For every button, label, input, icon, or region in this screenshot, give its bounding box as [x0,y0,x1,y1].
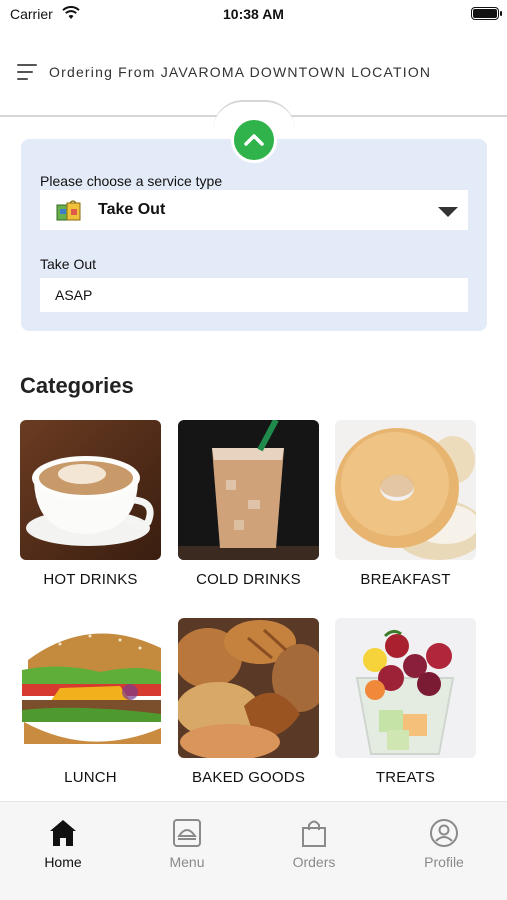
home-icon [50,820,76,846]
tab-orders[interactable]: Orders [251,802,377,882]
ordering-location-title[interactable]: Ordering From JAVAROMA DOWNTOWN LOCATION [49,64,431,80]
service-type-value: Take Out [98,201,166,218]
category-label: COLD DRINKS [196,571,301,588]
chevron-up-icon [244,134,264,146]
tab-profile[interactable]: Profile [381,802,507,882]
service-type-prompt: Please choose a service type [40,173,223,189]
category-label: BREAKFAST [360,571,451,588]
pickup-time-label: Take Out [40,256,97,272]
category-baked-goods[interactable]: BAKED GOODS [178,618,319,786]
clock: 10:38 AM [223,6,284,22]
pickup-time-field[interactable]: ASAP [40,278,468,312]
category-treats[interactable]: TREATS [335,618,476,786]
service-type-select[interactable]: Take Out [40,190,468,230]
cold-drinks-image [178,420,319,560]
battery-icon [471,7,502,20]
top-header: Ordering From JAVAROMA DOWNTOWN LOCATION [0,40,507,104]
tab-menu[interactable]: Menu [124,802,250,882]
category-label: LUNCH [64,769,117,786]
hot-drinks-image [20,420,161,560]
shopping-bag-icon [302,820,326,847]
hamburger-menu-icon[interactable] [17,64,37,80]
category-cold-drinks[interactable]: COLD DRINKS [178,420,319,588]
lunch-image [20,618,161,758]
category-label: HOT DRINKS [43,571,138,588]
treats-image [335,618,476,758]
pickup-time-value: ASAP [55,287,93,303]
dropdown-caret-icon [438,207,458,217]
category-lunch[interactable]: LUNCH [20,618,161,786]
profile-icon [430,819,458,847]
tab-label: Menu [169,854,205,870]
takeout-bag-icon [56,200,81,221]
collapse-panel-button[interactable] [231,117,277,163]
tab-label: Home [44,854,82,870]
category-hot-drinks[interactable]: HOT DRINKS [20,420,161,588]
status-bar: Carrier 10:38 AM [0,0,507,32]
menu-cloche-icon [173,819,201,847]
category-label: TREATS [375,769,436,786]
baked-goods-image [178,618,319,758]
tab-home[interactable]: Home [0,802,126,882]
service-type-panel: Please choose a service type Take Out Ta… [21,139,487,331]
tab-label: Profile [424,854,464,870]
tab-label: Orders [292,854,336,870]
bottom-tab-bar: Home Menu Orders Profile [0,801,507,900]
categories-heading: Categories [20,373,134,398]
breakfast-image [335,420,476,560]
category-breakfast[interactable]: BREAKFAST [335,420,476,588]
category-label: BAKED GOODS [191,769,306,786]
